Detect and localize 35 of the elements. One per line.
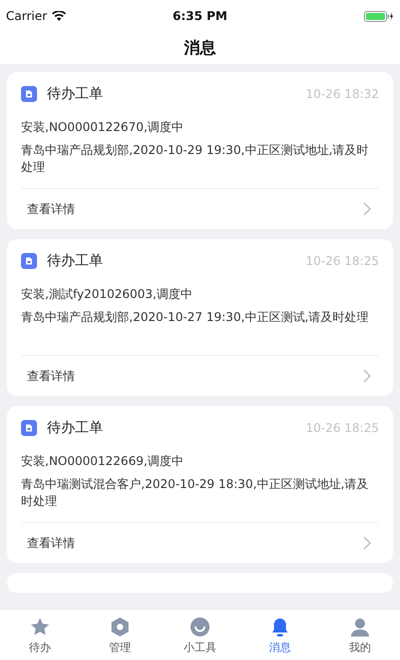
person-icon: [349, 616, 371, 638]
document-icon: [21, 86, 37, 102]
message-title: 待办工单: [47, 85, 104, 103]
message-time: 10-26 18:25: [306, 254, 379, 268]
message-summary: 安装,測試fy201026003,调度中: [21, 286, 194, 303]
view-details-link[interactable]: 查看详情: [21, 522, 379, 563]
star-icon: [29, 616, 51, 638]
message-detail: 青岛中瑞产品规划部,2020-10-27 19:30,中正区测试,请及时处理: [21, 309, 370, 326]
tab-item[interactable]: 消息: [250, 616, 310, 654]
message-summary: 安装,NO0000122670,调度中: [21, 119, 184, 136]
status-time: 6:35 PM: [172, 9, 228, 23]
tab-item[interactable]: 管理: [90, 616, 150, 654]
message-time: 10-26 18:32: [306, 87, 379, 101]
carrier-label: Carrier: [6, 9, 48, 23]
message-summary: 安装,NO0000122669,调度中: [21, 453, 184, 470]
document-icon: [21, 253, 37, 269]
smile-icon: [189, 616, 211, 638]
page-title: 消息: [184, 38, 216, 58]
message-title: 待办工单: [47, 419, 104, 437]
tab-item[interactable]: 小工具: [170, 616, 230, 654]
view-details-link[interactable]: 查看详情: [21, 355, 379, 396]
gear-icon: [109, 616, 131, 638]
battery-icon: [364, 10, 394, 22]
tab-item[interactable]: 我的: [330, 616, 390, 654]
message-time: 10-26 18:25: [306, 421, 379, 435]
document-icon: [21, 420, 37, 436]
view-details-link[interactable]: 查看详情: [21, 188, 379, 229]
chevron-right-icon: [363, 369, 371, 383]
message-title: 待办工单: [47, 252, 104, 270]
wifi-icon: [52, 11, 66, 21]
chevron-right-icon: [363, 536, 371, 550]
message-detail: 青岛中瑞测试混合客户,2020-10-29 18:30,中正区测试地址,请及时处理: [21, 476, 370, 510]
tab-item[interactable]: 待办: [10, 616, 70, 654]
message-detail: 青岛中瑞产品规划部,2020-10-29 19:30,中正区测试地址,请及时处理: [21, 142, 370, 176]
chevron-right-icon: [363, 202, 371, 216]
